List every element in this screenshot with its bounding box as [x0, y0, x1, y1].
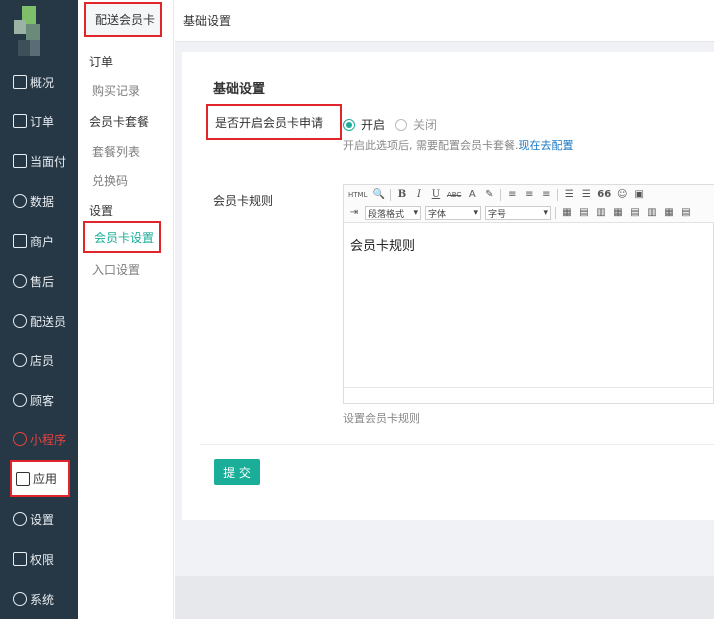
editor-statusbar	[344, 387, 714, 405]
rule-tip: 设置会员卡规则	[343, 412, 420, 425]
submit-button[interactable]: 提 交	[214, 459, 260, 485]
configure-now-link[interactable]: 现在去配置	[519, 139, 574, 152]
data-icon	[13, 194, 27, 208]
nav-item-orders[interactable]: 订单	[0, 108, 78, 134]
emoji-icon[interactable]: ☺	[616, 188, 628, 202]
dropdown-icon: ▾	[473, 208, 478, 218]
paragraph-format-select[interactable]: 段落格式 ▾	[365, 206, 421, 220]
table-icon[interactable]: ▦	[561, 206, 573, 220]
editor-toolbar-row-2: ⇥ 段落格式 ▾ 字体 ▾ 字号 ▾ ▦ ▤ ▥ ▦ ▤ ▥ ▦ ▤	[344, 204, 714, 223]
font-size-select[interactable]: 字号 ▾	[485, 206, 551, 220]
subnav-group-settings: 设置	[89, 204, 114, 218]
apply-hint: 开启此选项后, 需要配置会员卡套餐.现在去配置	[343, 139, 574, 152]
underline-button[interactable]: U	[430, 188, 442, 202]
nav-item-aftersale[interactable]: 售后	[0, 268, 78, 294]
nav-item-dashboard[interactable]: 概况	[0, 69, 78, 95]
system-icon	[13, 592, 27, 606]
insert-row-icon[interactable]: ▥	[595, 206, 607, 220]
dropdown-icon: ▾	[543, 208, 548, 218]
subnav-redeem-code[interactable]: 兑换码	[92, 172, 128, 189]
delete-col-icon[interactable]: ▥	[646, 206, 658, 220]
radio-disable[interactable]: 关闭	[395, 116, 437, 133]
pay-icon	[13, 154, 27, 168]
avatar[interactable]	[14, 6, 44, 60]
clerk-icon	[13, 353, 27, 367]
bold-button[interactable]: B	[396, 188, 408, 202]
nav-item-courier[interactable]: 配送员	[0, 308, 78, 334]
apps-icon	[16, 471, 30, 486]
brush-icon[interactable]: ✎	[483, 188, 495, 202]
nav-item-miniprogram[interactable]: 小程序	[0, 426, 78, 452]
nav-item-permissions[interactable]: 权限	[0, 546, 78, 572]
breadcrumb: 基础设置	[175, 0, 714, 42]
subnav-purchase-records[interactable]: 购买记录	[92, 82, 140, 99]
nav-item-merchant[interactable]: 商户	[0, 228, 78, 254]
italic-button[interactable]: I	[413, 188, 425, 202]
nav-item-apps[interactable]: 应用	[10, 460, 70, 497]
subnav-title[interactable]: 配送会员卡	[84, 2, 162, 37]
font-family-select[interactable]: 字体 ▾	[425, 206, 481, 220]
aftersale-icon	[13, 274, 27, 288]
image-icon[interactable]: ▣	[633, 188, 645, 202]
nav-item-system[interactable]: 系统	[0, 586, 78, 612]
rich-text-editor[interactable]: HTML 🔍 B I U ABC A ✎ ≡ ≡ ≡ ☰ ☰ 66 ☺ ▣ ⇥ …	[343, 184, 714, 404]
miniprogram-icon	[13, 432, 27, 446]
delete-row-icon[interactable]: ▦	[612, 206, 624, 220]
radio-enable[interactable]: 开启	[343, 116, 385, 133]
rule-label: 会员卡规则	[213, 194, 274, 208]
merge-cells-icon[interactable]: ▦	[663, 206, 675, 220]
insert-table-icon[interactable]: ▤	[578, 206, 590, 220]
insert-col-icon[interactable]: ▤	[629, 206, 641, 220]
search-icon[interactable]: 🔍	[372, 188, 384, 202]
split-cells-icon[interactable]: ▤	[680, 206, 692, 220]
divider	[200, 444, 714, 445]
settings-card: 基础设置 是否开启会员卡申请 开启 关闭 开启此选项后, 需要配置会员卡套餐.现…	[182, 52, 714, 520]
radio-unchecked-icon	[395, 118, 407, 131]
nav-item-clerk[interactable]: 店员	[0, 347, 78, 373]
font-color-button[interactable]: A	[466, 188, 478, 202]
dashboard-icon	[13, 75, 27, 89]
subnav-group-order: 订单	[89, 55, 114, 69]
editor-toolbar-row-1: HTML 🔍 B I U ABC A ✎ ≡ ≡ ≡ ☰ ☰ 66 ☺ ▣	[344, 185, 714, 204]
footer	[175, 576, 714, 619]
align-left-icon[interactable]: ≡	[506, 188, 518, 202]
card-title: 基础设置	[213, 82, 266, 97]
courier-icon	[13, 314, 27, 328]
html-source-button[interactable]: HTML	[348, 188, 367, 202]
merchant-icon	[13, 234, 27, 248]
order-icon	[13, 114, 27, 128]
indent-icon[interactable]: ⇥	[348, 206, 360, 220]
subnav-entry-settings[interactable]: 入口设置	[92, 261, 140, 278]
quote-button[interactable]: 66	[597, 188, 611, 202]
editor-content[interactable]: 会员卡规则	[350, 235, 415, 254]
customer-icon	[13, 393, 27, 407]
lock-icon	[13, 552, 27, 566]
nav-item-customer[interactable]: 顾客	[0, 387, 78, 413]
nav-item-settings[interactable]: 设置	[0, 506, 78, 532]
nav-item-data[interactable]: 数据	[0, 188, 78, 214]
subnav-card-settings[interactable]: 会员卡设置	[83, 221, 161, 253]
strikethrough-button[interactable]: ABC	[447, 188, 461, 202]
settings-icon	[13, 512, 27, 526]
sub-sidebar: 配送会员卡 订单 购买记录 会员卡套餐 套餐列表 兑换码 设置 会员卡设置 入口…	[78, 0, 174, 619]
subnav-group-package: 会员卡套餐	[89, 115, 150, 129]
nav-item-face-pay[interactable]: 当面付	[0, 148, 78, 174]
dropdown-icon: ▾	[413, 208, 418, 218]
align-right-icon[interactable]: ≡	[540, 188, 552, 202]
unordered-list-icon[interactable]: ☰	[580, 188, 592, 202]
radio-checked-icon	[343, 118, 355, 131]
main-area: 基础设置 基础设置 是否开启会员卡申请 开启 关闭 开启此选项后, 需要配置会员…	[175, 0, 714, 619]
align-center-icon[interactable]: ≡	[523, 188, 535, 202]
ordered-list-icon[interactable]: ☰	[563, 188, 575, 202]
main-sidebar: 概况 订单 当面付 数据 商户 售后 配送员 店员 顾客 小程序 应用 设置 权…	[0, 0, 78, 619]
subnav-package-list[interactable]: 套餐列表	[92, 143, 140, 160]
apply-question-label: 是否开启会员卡申请	[206, 104, 342, 140]
